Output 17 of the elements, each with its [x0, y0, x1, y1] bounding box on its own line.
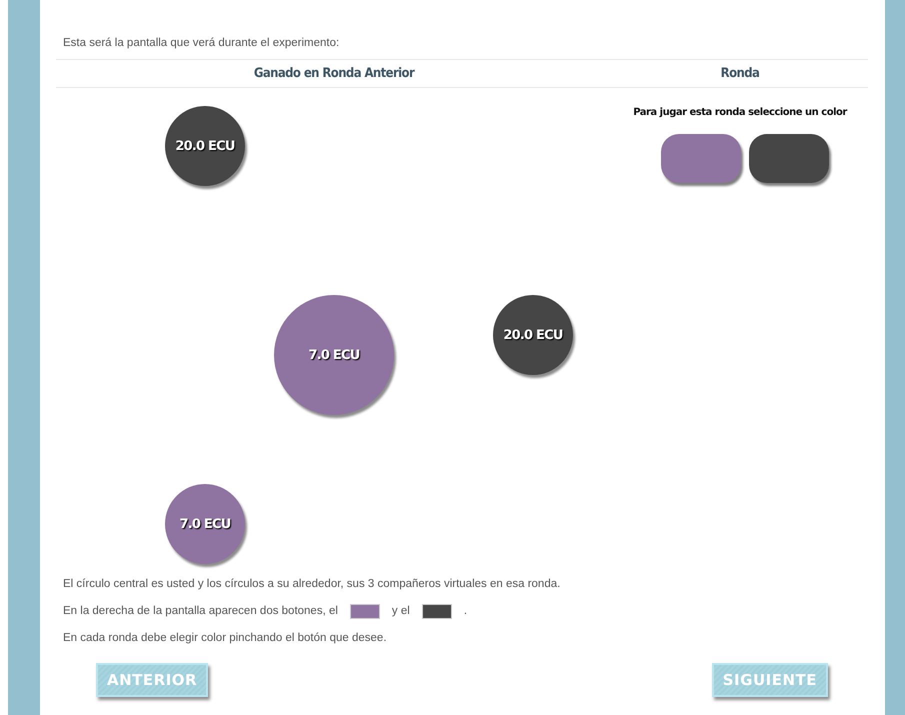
partner-circle: 20.0 ECU [493, 295, 573, 375]
column-heading: Ronda [720, 66, 760, 81]
next-button[interactable]: SIGUIENTE [712, 663, 828, 697]
previous-button[interactable]: ANTERIOR [96, 663, 208, 697]
note-text: El círculo central es usted y los círculos a su alrededor, sus 3 compañeros virtuales en esa ronda. [63, 578, 560, 590]
own-circle: 7.0 ECU [274, 295, 394, 415]
note-text: En cada ronda debe elegir color pinchando el botón que desee. [63, 632, 387, 644]
column-heading: Ganado en Ronda Anterior [252, 66, 416, 81]
partner-circle: 7.0 ECU [165, 484, 245, 564]
note-text: y el [392, 605, 410, 617]
intro-text: Esta será la pantalla que verá durante el experimento: [63, 37, 340, 49]
prompt-text: Para jugar esta ronda seleccione un color [633, 107, 847, 118]
color-button[interactable] [749, 134, 829, 183]
note-text: En la derecha de la pantalla aparecen dos botones, el [63, 605, 338, 617]
note-text: . [464, 605, 468, 617]
color-button[interactable] [661, 134, 741, 183]
partner-circle: 20.0 ECU [165, 106, 245, 186]
